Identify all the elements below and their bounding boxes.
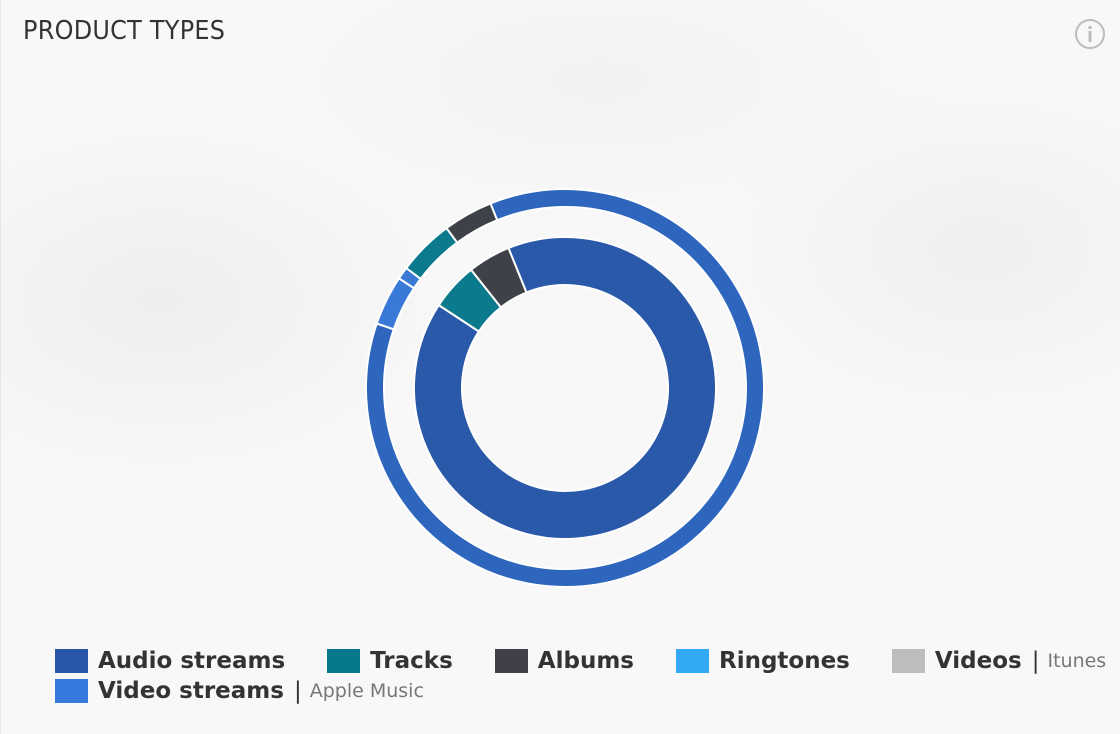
legend-swatch <box>675 649 709 673</box>
legend-item-tracks[interactable]: Tracks <box>327 648 453 674</box>
legend-swatch <box>55 649 88 673</box>
legend-item-audio-streams[interactable]: Audio streams <box>55 648 285 674</box>
chart-legend: Audio streams Tracks Albums Ringtones Vi… <box>55 646 1115 706</box>
legend-label: Audio streams <box>98 648 286 674</box>
legend-item-videos[interactable]: Videos <box>891 648 1022 674</box>
legend-swatch <box>494 649 528 673</box>
legend-item-albums[interactable]: Albums <box>494 648 634 674</box>
legend-row-apple-music: Video streams | Apple Music <box>55 676 1115 706</box>
product-types-panel: PRODUCT TYPES Audio streams Tracks Album… <box>0 0 1120 734</box>
legend-label: Videos <box>934 648 1022 674</box>
legend-item-ringtones[interactable]: Ringtones <box>675 648 850 674</box>
legend-label: Video streams <box>98 678 284 704</box>
legend-group-label: Itunes <box>1047 650 1107 672</box>
legend-separator: | <box>1031 648 1040 674</box>
product-types-donut-chart <box>365 188 765 588</box>
legend-group-label: Apple Music <box>309 680 424 702</box>
legend-swatch <box>327 649 361 673</box>
donut-slice-outer-albums[interactable] <box>445 202 499 244</box>
donut-slice-outer-tracks[interactable] <box>404 226 459 281</box>
legend-swatch <box>891 649 925 673</box>
legend-label: Tracks <box>370 648 453 674</box>
donut-slice-outer-video-streams[interactable] <box>375 276 416 331</box>
legend-swatch <box>55 679 88 703</box>
legend-label: Ringtones <box>718 648 850 674</box>
legend-label: Albums <box>537 648 634 674</box>
legend-item-video-streams[interactable]: Video streams <box>55 678 284 704</box>
legend-separator: | <box>293 678 302 704</box>
legend-row-itunes: Audio streams Tracks Albums Ringtones Vi… <box>55 646 1115 676</box>
